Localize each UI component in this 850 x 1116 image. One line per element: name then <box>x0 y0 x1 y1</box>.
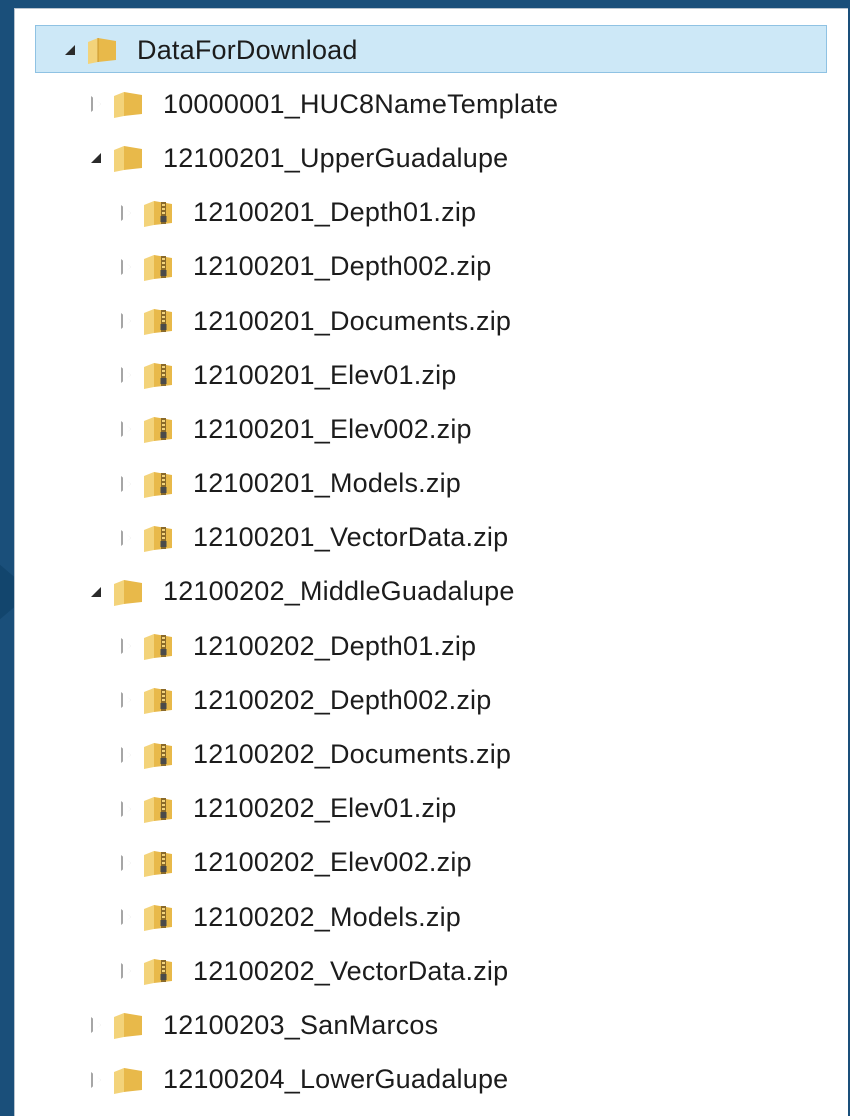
expand-arrow-icon[interactable] <box>119 529 133 546</box>
tree-item-zip[interactable]: 12100202_Models.zip <box>15 890 849 944</box>
window-frame: DataForDownload 10000001_HUC8NameTemplat… <box>0 0 850 1116</box>
folder-tree-panel: DataForDownload 10000001_HUC8NameTemplat… <box>14 8 848 1116</box>
expand-arrow-icon[interactable] <box>119 963 133 980</box>
tree-item-zip[interactable]: 12100201_Documents.zip <box>15 294 849 348</box>
zip-folder-icon <box>141 738 175 772</box>
tree-item-label: 12100201_Depth002.zip <box>193 251 492 282</box>
expand-arrow-icon[interactable] <box>119 421 133 438</box>
zip-folder-icon <box>141 846 175 880</box>
expand-arrow-icon[interactable] <box>119 746 133 763</box>
tree-item-label: 12100202_MiddleGuadalupe <box>163 576 515 607</box>
tree-item-label: 12100203_SanMarcos <box>163 1009 439 1040</box>
tree-item-zip[interactable]: 12100202_Depth002.zip <box>15 673 849 727</box>
zip-folder-icon <box>141 358 175 392</box>
tree-item-folder[interactable]: 12100201_UpperGuadalupe <box>15 131 849 185</box>
zip-folder-icon <box>141 629 175 663</box>
expand-arrow-icon[interactable] <box>89 1071 103 1088</box>
tree-item-zip[interactable]: 12100201_Depth01.zip <box>15 186 849 240</box>
tree-item-label: 12100204_LowerGuadalupe <box>163 1064 509 1095</box>
tree-item-zip[interactable]: 12100202_Depth01.zip <box>15 619 849 673</box>
collapse-arrow-icon[interactable] <box>89 151 103 165</box>
tree-item-zip[interactable]: 12100201_Elev002.zip <box>15 402 849 456</box>
folder-icon <box>111 87 145 121</box>
tree-item-label: DataForDownload <box>137 34 358 65</box>
zip-folder-icon <box>141 900 175 934</box>
tree-item-label: 12100201_UpperGuadalupe <box>163 142 509 173</box>
folder-icon <box>111 1008 145 1042</box>
tree-item-label: 12100201_Elev01.zip <box>193 359 457 390</box>
zip-folder-icon <box>141 304 175 338</box>
folder-icon <box>111 575 145 609</box>
folder-tree: DataForDownload 10000001_HUC8NameTemplat… <box>15 23 849 1107</box>
expand-arrow-icon[interactable] <box>119 475 133 492</box>
tree-item-label: 12100202_Documents.zip <box>193 739 512 770</box>
tree-item-zip[interactable]: 12100201_VectorData.zip <box>15 511 849 565</box>
tree-item-zip[interactable]: 12100202_Elev002.zip <box>15 836 849 890</box>
tree-item-label: 12100202_VectorData.zip <box>193 955 509 986</box>
tree-item-label: 12100201_Documents.zip <box>193 305 512 336</box>
tree-item-label: 12100202_Depth01.zip <box>193 630 477 661</box>
tree-item-label: 12100202_Models.zip <box>193 901 461 932</box>
tree-item-zip[interactable]: 12100202_VectorData.zip <box>15 944 849 998</box>
folder-icon <box>111 141 145 175</box>
tree-item-zip[interactable]: 12100201_Depth002.zip <box>15 240 849 294</box>
tree-item-label: 12100202_Elev002.zip <box>193 847 472 878</box>
folder-icon <box>85 33 119 67</box>
tree-item-folder[interactable]: 12100202_MiddleGuadalupe <box>15 565 849 619</box>
zip-folder-icon <box>141 683 175 717</box>
tree-item-zip[interactable]: 12100202_Elev01.zip <box>15 782 849 836</box>
tree-item-label: 12100201_Elev002.zip <box>193 413 472 444</box>
zip-folder-icon <box>141 412 175 446</box>
expand-arrow-icon[interactable] <box>119 800 133 817</box>
tree-item-folder[interactable]: 10000001_HUC8NameTemplate <box>15 77 849 131</box>
expand-arrow-icon[interactable] <box>119 692 133 709</box>
tree-item-zip[interactable]: 12100201_Elev01.zip <box>15 348 849 402</box>
expand-arrow-icon[interactable] <box>119 367 133 384</box>
tree-item-zip[interactable]: 12100202_Documents.zip <box>15 727 849 781</box>
collapse-arrow-icon[interactable] <box>89 585 103 599</box>
zip-folder-icon <box>141 521 175 555</box>
zip-folder-icon <box>141 467 175 501</box>
tree-item-root[interactable]: DataForDownload <box>15 23 849 77</box>
expand-arrow-icon[interactable] <box>119 638 133 655</box>
tree-item-label: 12100202_Elev01.zip <box>193 793 457 824</box>
tree-item-folder[interactable]: 12100204_LowerGuadalupe <box>15 1053 849 1107</box>
tree-item-label: 10000001_HUC8NameTemplate <box>163 88 559 119</box>
zip-folder-icon <box>141 196 175 230</box>
folder-icon <box>111 1063 145 1097</box>
expand-arrow-icon[interactable] <box>89 1017 103 1034</box>
expand-arrow-icon[interactable] <box>119 313 133 330</box>
tree-item-folder[interactable]: 12100203_SanMarcos <box>15 998 849 1052</box>
collapse-arrow-icon[interactable] <box>63 43 77 57</box>
expand-arrow-icon[interactable] <box>119 854 133 871</box>
tree-item-zip[interactable]: 12100201_Models.zip <box>15 457 849 511</box>
expand-arrow-icon[interactable] <box>119 258 133 275</box>
tree-item-label: 12100201_Depth01.zip <box>193 197 477 228</box>
zip-folder-icon <box>141 792 175 826</box>
expand-arrow-icon[interactable] <box>119 909 133 926</box>
expand-arrow-icon[interactable] <box>119 204 133 221</box>
tree-item-label: 12100202_Depth002.zip <box>193 684 492 715</box>
expand-arrow-icon[interactable] <box>89 96 103 113</box>
tree-item-label: 12100201_Models.zip <box>193 468 461 499</box>
zip-folder-icon <box>141 250 175 284</box>
zip-folder-icon <box>141 954 175 988</box>
tree-item-label: 12100201_VectorData.zip <box>193 522 509 553</box>
